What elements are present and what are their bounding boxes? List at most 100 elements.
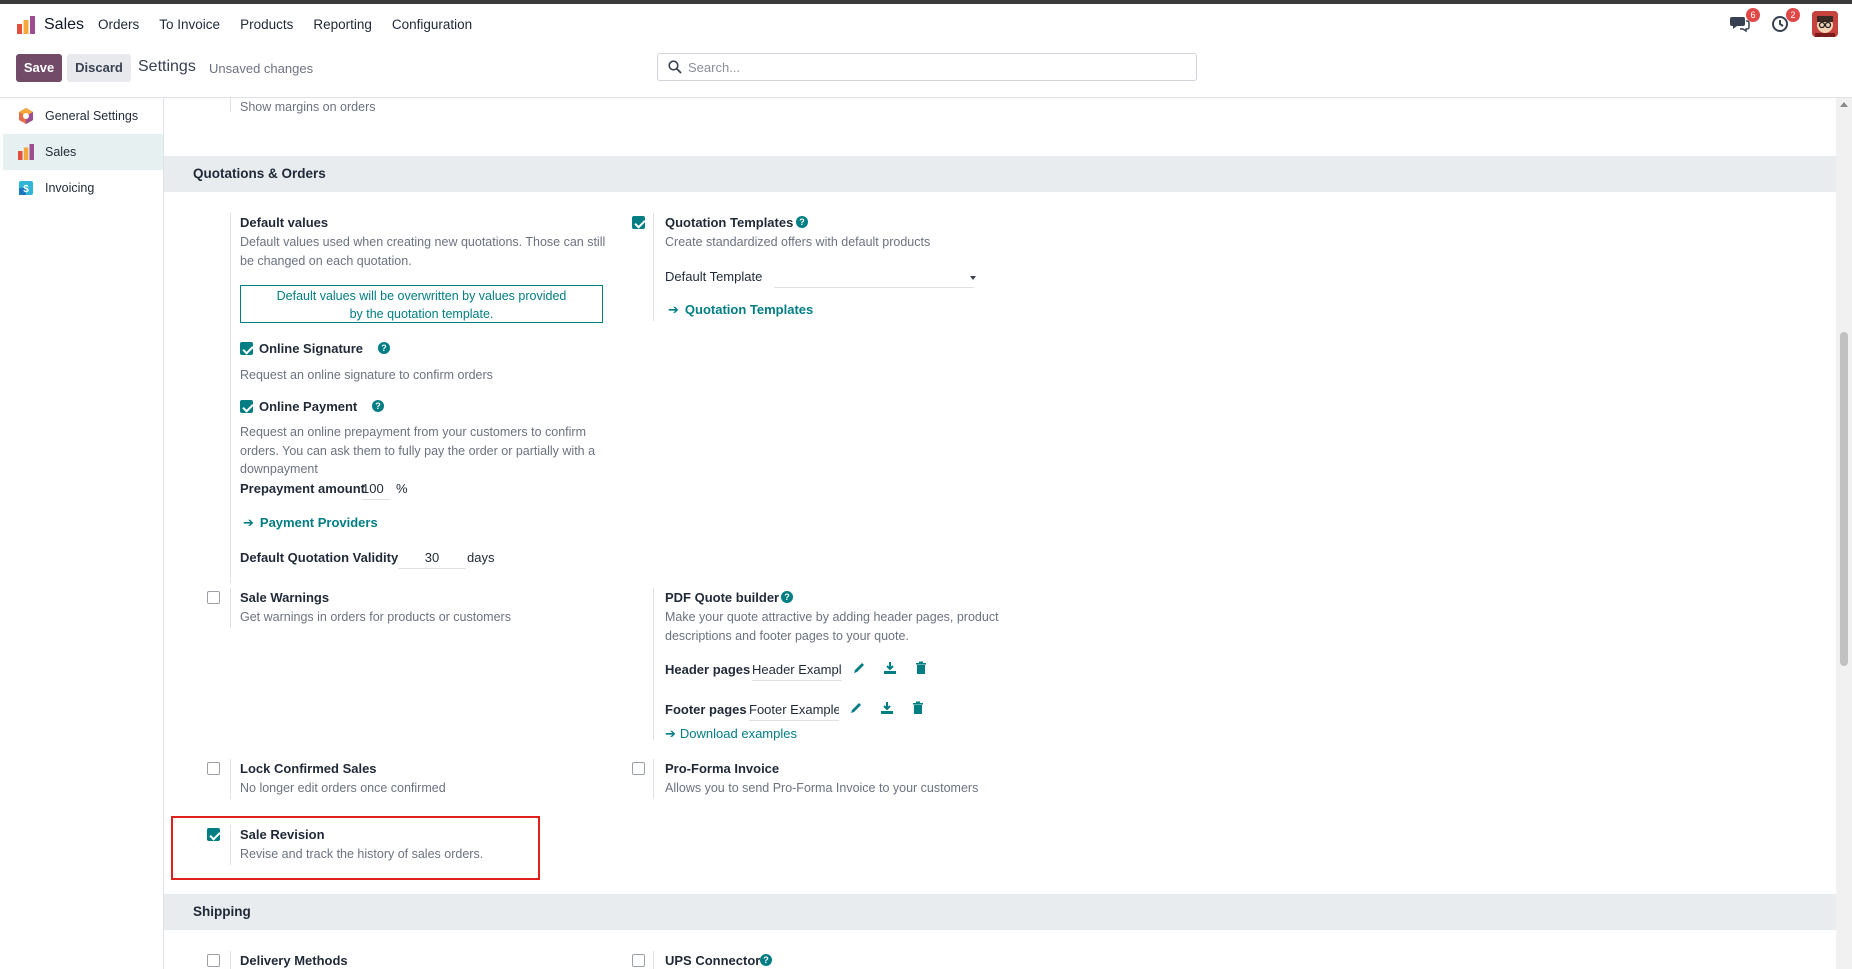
ups-connector-checkbox[interactable]	[632, 954, 645, 967]
sale-warnings-checkbox[interactable]	[207, 591, 220, 604]
download-icon[interactable]	[880, 701, 894, 715]
delivery-methods-title: Delivery Methods	[240, 953, 348, 968]
online-signature-desc: Request an online signature to confirm o…	[240, 368, 493, 382]
menu-orders[interactable]: Orders	[98, 17, 139, 32]
user-avatar[interactable]	[1812, 11, 1838, 37]
arrow-right-icon: ➔	[243, 515, 254, 530]
proforma-invoice-title: Pro-Forma Invoice	[665, 761, 780, 776]
trash-icon[interactable]	[911, 701, 925, 715]
delivery-methods-checkbox[interactable]	[207, 954, 220, 967]
pdf-quote-builder-title: PDF Quote builder	[665, 590, 780, 605]
activities-button[interactable]: 2	[1770, 8, 1800, 35]
default-values-info-box: Default values will be overwritten by va…	[240, 285, 603, 323]
online-payment-desc: Request an online prepayment from your c…	[240, 425, 596, 476]
sidebar-item-label: Sales	[45, 145, 77, 159]
settings-main: Show margins on orders Quotations & Orde…	[164, 98, 1836, 969]
prepayment-input[interactable]: 100	[362, 481, 390, 500]
online-payment-title: Online Payment	[259, 399, 358, 414]
page-title: Settings	[138, 58, 196, 75]
proforma-invoice-checkbox[interactable]	[632, 762, 645, 775]
menu-reporting[interactable]: Reporting	[313, 17, 372, 32]
quotation-templates-link-label: Quotation Templates	[684, 302, 814, 317]
validity-input[interactable]: 30	[398, 550, 466, 569]
payment-providers-label: Payment Providers	[259, 515, 378, 530]
setting-divider	[230, 951, 231, 969]
help-icon[interactable]: ?	[796, 216, 808, 228]
search-icon	[668, 60, 682, 74]
sidebar-item-invoicing[interactable]: $ Invoicing	[3, 170, 163, 206]
activities-badge: 2	[1786, 8, 1800, 22]
navbar-systray: 6 2	[1712, 8, 1838, 38]
pdf-quote-builder-desc: Make your quote attractive by adding hea…	[665, 610, 999, 643]
ups-connector-title: UPS Connector	[665, 953, 761, 968]
setting-divider	[230, 98, 231, 112]
default-values-title: Default values	[240, 215, 329, 230]
online-signature-checkbox[interactable]	[240, 342, 253, 355]
download-examples-link[interactable]: ➔ Download examples	[665, 726, 797, 742]
setting-divider	[653, 951, 654, 969]
online-signature-title: Online Signature	[259, 341, 364, 356]
menu-products[interactable]: Products	[240, 17, 293, 32]
save-button[interactable]: Save	[16, 54, 62, 82]
messages-button[interactable]: 6	[1730, 8, 1760, 35]
control-panel: Save Discard Settings Unsaved changes	[0, 44, 1852, 98]
sales-app-icon[interactable]	[16, 15, 36, 35]
svg-text:$: $	[23, 184, 29, 195]
setting-divider	[653, 588, 654, 740]
search-input[interactable]	[688, 58, 1178, 77]
pencil-icon[interactable]	[852, 661, 866, 675]
trash-icon[interactable]	[914, 661, 928, 675]
download-icon[interactable]	[883, 661, 897, 675]
setting-divider	[230, 588, 231, 628]
menu-to-invoice[interactable]: To Invoice	[159, 17, 220, 32]
prepayment-label: Prepayment amount	[240, 481, 365, 496]
sidebar-item-sales[interactable]: Sales	[3, 134, 163, 170]
info-line-2: by the quotation template.	[349, 307, 494, 321]
quotation-templates-checkbox[interactable]	[632, 216, 645, 229]
sidebar-item-label: Invoicing	[45, 181, 95, 195]
prepayment-unit: %	[396, 481, 408, 496]
proforma-invoice-desc: Allows you to send Pro-Forma Invoice to …	[665, 781, 979, 795]
info-line-1: Default values will be overwritten by va…	[276, 289, 567, 303]
lock-confirmed-sales-checkbox[interactable]	[207, 762, 220, 775]
sidebar-item-general-settings[interactable]: General Settings	[3, 98, 163, 134]
quotation-templates-title: Quotation Templates	[665, 215, 794, 230]
invoicing-app-icon: $	[19, 181, 33, 195]
footer-pages-input[interactable]: Footer Example	[749, 702, 839, 721]
unsaved-indicator: Unsaved changes	[209, 61, 314, 76]
menu-configuration[interactable]: Configuration	[392, 17, 472, 32]
section-quotations-orders: Quotations & Orders	[164, 156, 1836, 192]
main-navbar: Sales Orders To Invoice Products Reporti…	[0, 4, 1852, 44]
footer-pages-label: Footer pages	[665, 702, 747, 717]
caret-down-icon	[970, 276, 976, 280]
sales-app-icon	[18, 144, 34, 160]
help-icon[interactable]: ?	[378, 342, 390, 354]
help-icon[interactable]: ?	[760, 954, 772, 966]
lock-confirmed-sales-title: Lock Confirmed Sales	[240, 761, 377, 776]
discard-button[interactable]: Discard	[67, 54, 131, 82]
online-payment-checkbox[interactable]	[240, 400, 253, 413]
setting-divider	[653, 759, 654, 799]
avatar-icon	[1812, 11, 1838, 37]
help-icon[interactable]: ?	[372, 400, 384, 412]
quotation-templates-link[interactable]: ➔ Quotation Templates	[668, 302, 813, 318]
pencil-icon[interactable]	[849, 701, 863, 715]
odoo-settings-icon	[19, 108, 33, 124]
setting-divider	[230, 759, 231, 799]
nav-menu: Orders To Invoice Products Reporting Con…	[98, 4, 492, 44]
app-name[interactable]: Sales	[44, 16, 84, 34]
header-pages-label: Header pages	[665, 662, 751, 677]
help-icon[interactable]: ?	[781, 591, 793, 603]
scrollbar-thumb[interactable]	[1840, 332, 1848, 666]
section-shipping: Shipping	[164, 894, 1836, 930]
vertical-scrollbar[interactable]	[1836, 98, 1852, 969]
default-template-select[interactable]	[774, 269, 974, 288]
settings-sidebar: General Settings Sales $ Invoicing	[0, 98, 164, 969]
setting-divider	[230, 213, 231, 583]
payment-providers-link[interactable]: ➔ Payment Providers	[243, 515, 378, 531]
search-bar[interactable]	[657, 53, 1197, 81]
scroll-up-icon[interactable]	[1840, 102, 1848, 107]
margins-desc: Show margins on orders	[240, 100, 376, 114]
messages-badge: 6	[1746, 8, 1760, 22]
header-pages-input[interactable]: Header Example	[752, 662, 842, 681]
